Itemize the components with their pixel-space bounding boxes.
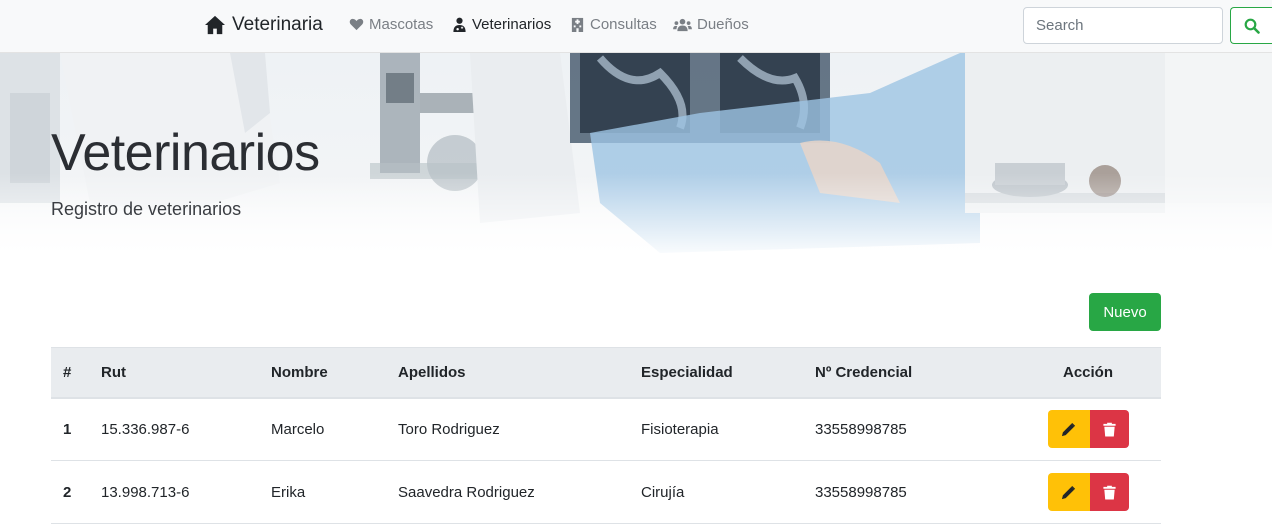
cell-nombre: Marcelo <box>271 397 398 461</box>
home-icon <box>205 15 225 35</box>
col-header-credencial: Nº Credencial <box>815 347 1015 399</box>
cell-actions <box>1015 397 1161 461</box>
heart-icon <box>349 18 364 31</box>
users-icon <box>673 18 692 32</box>
page-title: Veterinarios <box>51 124 320 182</box>
pencil-icon <box>1061 422 1076 436</box>
hero-banner: Veterinarios Registro de veterinarios <box>0 53 1272 265</box>
veterinarians-table: # Rut Nombre Apellidos Especialidad Nº C… <box>51 347 1161 524</box>
col-header-num: # <box>51 347 101 399</box>
pencil-icon <box>1061 485 1076 499</box>
nav-item-mascotas[interactable]: Mascotas <box>349 16 433 33</box>
cell-rut: 15.336.987-6 <box>101 397 271 461</box>
col-header-nombre: Nombre <box>271 347 398 399</box>
nav-label-mascotas: Mascotas <box>369 16 434 33</box>
cell-rut: 13.998.713-6 <box>101 460 271 524</box>
nav-item-veterinarios[interactable]: Veterinarios <box>452 16 551 33</box>
col-header-rut: Rut <box>101 347 271 399</box>
trash-icon <box>1102 422 1116 437</box>
delete-button[interactable] <box>1089 410 1129 449</box>
delete-button[interactable] <box>1089 473 1129 511</box>
action-group <box>1047 410 1129 449</box>
table-row: 2 13.998.713-6 Erika Saavedra Rodriguez … <box>51 460 1161 524</box>
nav-item-consultas[interactable]: Consultas <box>570 16 657 33</box>
search-icon <box>1244 18 1260 34</box>
hospital-icon <box>571 17 584 32</box>
search-button[interactable] <box>1230 7 1272 44</box>
cell-credencial: 33558998785 <box>815 397 1015 461</box>
nav-label-veterinarios: Veterinarios <box>472 16 552 33</box>
cell-actions <box>1015 460 1161 524</box>
brand-label: Veterinaria <box>232 14 323 35</box>
cell-especialidad: Fisioterapia <box>641 397 815 461</box>
search-input[interactable] <box>1023 7 1223 44</box>
new-button[interactable]: Nuevo <box>1089 293 1161 331</box>
nav-item-duenos[interactable]: Dueños <box>673 16 749 33</box>
col-header-apellidos: Apellidos <box>398 347 641 399</box>
cell-apellidos: Saavedra Rodriguez <box>398 460 641 524</box>
action-group <box>1047 473 1129 511</box>
cell-num: 2 <box>51 460 101 524</box>
cell-apellidos: Toro Rodriguez <box>398 397 641 461</box>
user-md-icon <box>453 17 466 32</box>
table-header-row: # Rut Nombre Apellidos Especialidad Nº C… <box>51 347 1161 399</box>
page-subtitle: Registro de veterinarios <box>51 199 242 219</box>
navbar: Veterinaria Mascotas Veterinarios Consul… <box>0 0 1272 53</box>
edit-button[interactable] <box>1047 473 1090 511</box>
col-header-accion: Acción <box>1015 347 1161 399</box>
table-row: 1 15.336.987-6 Marcelo Toro Rodriguez Fi… <box>51 397 1161 461</box>
nav-label-duenos: Dueños <box>697 16 749 33</box>
cell-especialidad: Cirujía <box>641 460 815 524</box>
col-header-especialidad: Especialidad <box>641 347 815 399</box>
brand-link[interactable]: Veterinaria <box>204 14 323 36</box>
nav-label-consultas: Consultas <box>590 16 657 33</box>
edit-button[interactable] <box>1047 410 1090 449</box>
cell-num: 1 <box>51 397 101 461</box>
cell-nombre: Erika <box>271 460 398 524</box>
cell-credencial: 33558998785 <box>815 460 1015 524</box>
trash-icon <box>1102 485 1116 500</box>
